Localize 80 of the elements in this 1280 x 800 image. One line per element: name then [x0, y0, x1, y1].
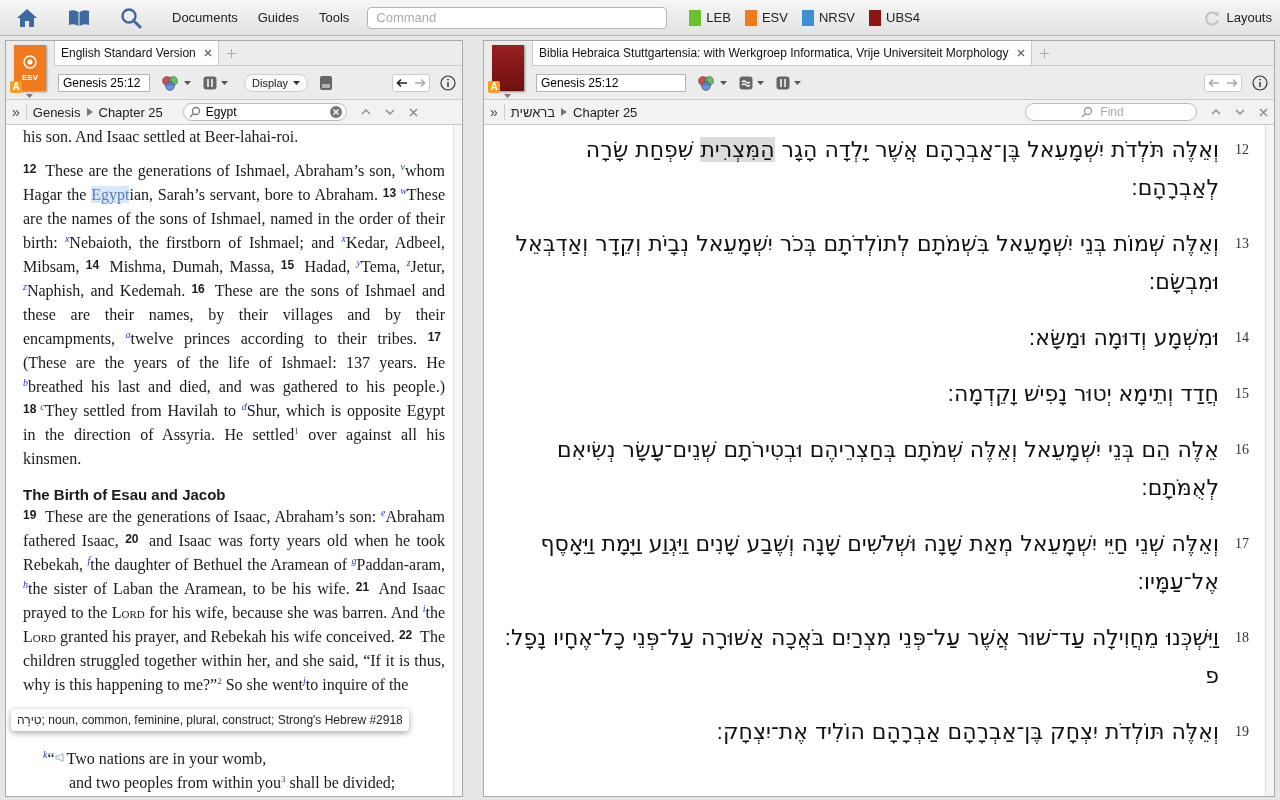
bible-paragraph: $^{19}$ These are the generations of Isaac, Abraham’s son: $^{e}$Abraham fathered Isaac, $^{20}$ and Isaac was forty years old when he took Rebekah, $^{f}$the daughter of Bethuel the Aramean of $^{g}$Paddan-aram, $^{h}$the sister of Laban the Aramean, to be his wife. $^{21}$ And Isaac prayed to the Lord for his wife, because she was barren. And $^{i}$the Lord granted his prayer, and Rebekah his wife conceived. $^{22}$ The children struggled together within her, and she said, “If it is thus, why is this happening to me?”$^{2}$ So she went$^{j}$to inquire of the [23, 505, 445, 696]
verse-number: 17 [1235, 535, 1250, 552]
book-cover[interactable] [492, 45, 524, 91]
close-icon[interactable] [203, 49, 212, 57]
caret-icon[interactable] [221, 80, 228, 85]
poetry-line: $^{k}$“ Two nations are in your womb, [42, 747, 268, 770]
search-icon [188, 106, 201, 118]
columns-icon[interactable] [776, 75, 790, 90]
cover-label: ESV [22, 72, 38, 82]
poetry-line: and two peoples from within you$^{3}$ shall be divided; [68, 772, 397, 794]
menu-item[interactable]: Tools [318, 10, 350, 25]
caret-icon[interactable] [720, 80, 727, 85]
caret-icon[interactable] [757, 80, 764, 85]
bible-paragraph: his son. And Isaac settled at Beer-lahai-roi. [23, 127, 300, 147]
display-button[interactable]: Display [244, 73, 309, 92]
section-heading: The Birth of Esau and Jacob [23, 485, 227, 505]
resource-link[interactable]: LEB [706, 10, 731, 25]
interlinear-icon[interactable] [739, 75, 753, 90]
hebrew-verse: וַיִּשְׁכְּנוּ מֵחֲוִילָה עַד־שׁוּר אֲשֶׁר עַל־פְּנֵי מִצְרַיִם בֹּאֲכָה אַשּׁוּרָה עַל־פְּנֵי כָל־אֶחָיו נָפָל׃ פ [503, 624, 1219, 690]
previous-icon[interactable] [1211, 109, 1221, 115]
separator-icon [86, 108, 93, 116]
panel-tab[interactable]: Biblia Hebraica Stuttgartensia: with Werkgroep Informatica, Vrije Universiteit Morphology [532, 41, 1032, 65]
verse-number: 13 [1235, 235, 1250, 252]
expand-button[interactable]: » [490, 104, 505, 120]
verse-number: 19 [1235, 723, 1250, 740]
visual-filter-icon[interactable] [160, 74, 180, 91]
home-icon[interactable] [16, 7, 38, 28]
hebrew-verse: וְאֵלֶּה תּוֹלְדֹת יִצְחָק בֶּן־אַבְרָהָם אַבְרָהָם הוֹלִיד אֶת־יִצְחָק׃ [715, 718, 1219, 746]
breadcrumb-item[interactable]: Chapter 25 [98, 104, 163, 120]
menu-item[interactable]: Documents [172, 10, 238, 25]
library-icon[interactable] [68, 8, 90, 27]
logo-icon [23, 54, 37, 69]
breadcrumb-item[interactable]: Genesis [32, 104, 81, 120]
reference-field[interactable]: Genesis 25:12 [58, 73, 150, 92]
close-icon[interactable] [1259, 107, 1268, 117]
verse-number: 18 [1235, 629, 1250, 646]
breadcrumb-item[interactable]: בראשית [510, 104, 555, 120]
info-icon[interactable] [440, 74, 456, 91]
hebrew-verse: וְאֵלֶּה תֹּלְדֹת יִשְׁמָעֵאל בֶּן־אַבְרָהָם אֲשֶׁר יָלְדָה הָגָר הַמִּצְרִית שִׁפְחַת שָׂרָה לְאַבְרָהָם׃ [584, 136, 1219, 202]
panel-tab[interactable]: English Standard Version [54, 41, 219, 65]
hebrew-verse: חֲדַד וְתֵימָא יְטוּר נָפִישׁ וָקֵדְמָה׃ [946, 380, 1219, 408]
separator-icon [561, 108, 567, 116]
find-field[interactable]: Find [1025, 103, 1197, 121]
scrollbar[interactable] [453, 125, 462, 796]
hebrew-verse: וּמִשְׁמָע וְדוּמָה וּמַשָּׂא׃ [1027, 324, 1219, 352]
next-icon[interactable] [384, 109, 395, 115]
info-icon[interactable] [1252, 74, 1268, 91]
command-field[interactable]: Command [367, 6, 668, 29]
word-tooltip: טִירָה; noun, common, feminine, plural, construct; Strong's Hebrew #2918 [11, 709, 409, 731]
expand-button[interactable]: » [12, 104, 27, 120]
close-icon[interactable] [408, 107, 418, 117]
notes-icon[interactable] [320, 75, 333, 90]
resource-link[interactable]: NRSV [818, 10, 856, 25]
find-field[interactable]: Egypt [182, 103, 347, 121]
columns-icon[interactable] [203, 75, 217, 90]
verse-number: 14 [1235, 329, 1250, 346]
verse-number: 16 [1235, 441, 1250, 458]
scrollbar[interactable] [1265, 125, 1274, 796]
resource-icon[interactable] [869, 9, 882, 26]
search-icon [1081, 106, 1093, 118]
previous-icon[interactable] [360, 109, 371, 115]
hebrew-verse: אֵלֶּה הֵם בְּנֵי יִשְׁמָעֵאל וְאֵלֶּה שְׁמֹתָם בְּחַצְרֵיהֶם וּבְטִירֹתָם שְׁנֵים־עָשָׂר נְשִׂיאִם לְאֻמֹּתָם׃ [555, 436, 1219, 502]
close-icon[interactable] [1016, 49, 1025, 57]
caret-icon [293, 80, 301, 85]
caret-icon[interactable] [794, 80, 801, 85]
caret-icon[interactable] [184, 80, 191, 85]
resource-link[interactable]: ESV [761, 10, 788, 25]
hebrew-verse: וְאֵלֶּה שְׁמוֹת בְּנֵי יִשְׁמָעֵאל בִּשְׁמֹתָם לְתוֹלְדֹתָם בְּכֹר יִשְׁמָעֵאל נְבָיֹת וְקֵדָר וְאַדְבְּאֵל וּמִבְשָׂם׃ [514, 230, 1219, 296]
verse-number: 15 [1235, 385, 1250, 402]
hebrew-verse: וְאֵלֶּה שְׁנֵי חַיֵּי יִשְׁמָעֵאל מְאַת שָׁנָה וּשְׁלֹשִׁים שָׁנָה וְשֶׁבַע שָׁנִים וַיִּגְוַע וַיָּמָת וַיֵּאָסֶף אֶל־עַמָּיו׃ [539, 530, 1219, 596]
breadcrumb-item[interactable]: Chapter 25 [573, 104, 638, 120]
resource-link[interactable]: UBS4 [886, 10, 920, 25]
layouts-menu[interactable]: Layouts [1226, 10, 1272, 25]
reference-field[interactable]: Genesis 25:12 [536, 73, 686, 92]
search-icon[interactable] [120, 6, 142, 29]
clear-icon[interactable] [329, 106, 342, 118]
verse-number: 12 [1235, 141, 1250, 158]
visual-filter-icon[interactable] [696, 74, 716, 91]
menu-item[interactable]: Guides [257, 10, 299, 25]
next-icon[interactable] [1235, 109, 1245, 115]
